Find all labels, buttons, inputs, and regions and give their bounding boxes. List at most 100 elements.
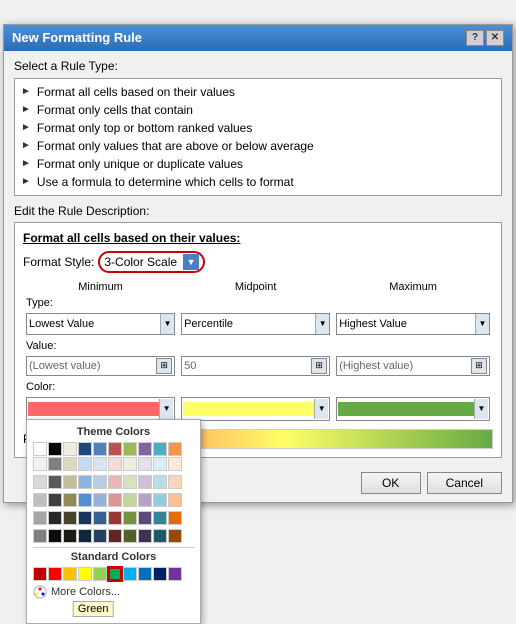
help-button[interactable]: ? [466, 30, 484, 46]
shade-4-6[interactable] [108, 511, 122, 525]
shade-1-1[interactable] [33, 457, 47, 471]
shade-1-10[interactable] [168, 457, 182, 471]
theme-color-10[interactable] [168, 442, 182, 456]
mid-value-input[interactable] [184, 360, 311, 372]
std-color-4[interactable] [78, 567, 92, 581]
theme-color-5[interactable] [93, 442, 107, 456]
shade-1-5[interactable] [93, 457, 107, 471]
shade-4-2[interactable] [48, 511, 62, 525]
max-ref-button[interactable]: ⊞ [471, 358, 487, 374]
shade-3-3[interactable] [63, 493, 77, 507]
std-color-10[interactable] [168, 567, 182, 581]
shade-2-8[interactable] [138, 475, 152, 489]
rule-item-1[interactable]: ► Format all cells based on their values [21, 83, 495, 101]
shade-2-5[interactable] [93, 475, 107, 489]
rule-item-5[interactable]: ► Format only unique or duplicate values [21, 155, 495, 173]
std-color-green[interactable] [108, 567, 122, 581]
std-color-8[interactable] [138, 567, 152, 581]
shade-1-3[interactable] [63, 457, 77, 471]
shade-2-1[interactable] [33, 475, 47, 489]
col-header-midpoint: Midpoint [178, 281, 333, 295]
shade-3-8[interactable] [138, 493, 152, 507]
shade-5-9[interactable] [153, 529, 167, 543]
shade-1-7[interactable] [123, 457, 137, 471]
rule-item-3[interactable]: ► Format only top or bottom ranked value… [21, 119, 495, 137]
mid-type-dropdown[interactable]: Percentile [182, 317, 315, 331]
mid-ref-button[interactable]: ⊞ [311, 358, 327, 374]
theme-color-1[interactable] [33, 442, 47, 456]
shade-4-4[interactable] [78, 511, 92, 525]
shade-2-10[interactable] [168, 475, 182, 489]
theme-color-9[interactable] [153, 442, 167, 456]
shade-2-9[interactable] [153, 475, 167, 489]
max-value-input[interactable] [339, 360, 471, 372]
shade-3-2[interactable] [48, 493, 62, 507]
shade-4-1[interactable] [33, 511, 47, 525]
more-colors-row[interactable]: More Colors... [33, 585, 194, 599]
min-type-dropdown[interactable]: Lowest Value [27, 317, 160, 331]
mid-type-select[interactable]: Percentile ▼ [181, 313, 330, 335]
min-color-button[interactable]: ▼ [26, 397, 175, 421]
shade-3-1[interactable] [33, 493, 47, 507]
shade-4-3[interactable] [63, 511, 77, 525]
shade-3-5[interactable] [93, 493, 107, 507]
shade-5-1[interactable] [33, 529, 47, 543]
theme-color-4[interactable] [78, 442, 92, 456]
shade-4-9[interactable] [153, 511, 167, 525]
std-color-2[interactable] [48, 567, 62, 581]
shade-5-6[interactable] [108, 529, 122, 543]
min-type-select[interactable]: Lowest Value ▼ [26, 313, 175, 335]
shade-2-7[interactable] [123, 475, 137, 489]
shade-1-8[interactable] [138, 457, 152, 471]
shade-5-3[interactable] [63, 529, 77, 543]
max-type-dropdown[interactable]: Highest Value [337, 317, 475, 331]
rule-item-6[interactable]: ► Use a formula to determine which cells… [21, 173, 495, 191]
close-button[interactable]: ✕ [486, 30, 504, 46]
shade-5-4[interactable] [78, 529, 92, 543]
ok-button[interactable]: OK [361, 472, 421, 494]
shade-5-7[interactable] [123, 529, 137, 543]
min-value-input[interactable] [29, 360, 156, 372]
shade-3-10[interactable] [168, 493, 182, 507]
shade-2-3[interactable] [63, 475, 77, 489]
shade-2-2[interactable] [48, 475, 62, 489]
shade-1-4[interactable] [78, 457, 92, 471]
rule-item-2[interactable]: ► Format only cells that contain [21, 101, 495, 119]
shade-4-7[interactable] [123, 511, 137, 525]
min-ref-button[interactable]: ⊞ [156, 358, 172, 374]
shade-5-8[interactable] [138, 529, 152, 543]
shade-4-10[interactable] [168, 511, 182, 525]
shade-1-6[interactable] [108, 457, 122, 471]
max-type-select[interactable]: Highest Value ▼ [336, 313, 490, 335]
mid-color-button[interactable]: ▼ [181, 397, 330, 421]
theme-color-3[interactable] [63, 442, 77, 456]
col-header-maximum: Maximum [333, 281, 493, 295]
rule-item-4[interactable]: ► Format only values that are above or b… [21, 137, 495, 155]
std-color-1[interactable] [33, 567, 47, 581]
shade-5-2[interactable] [48, 529, 62, 543]
shade-2-6[interactable] [108, 475, 122, 489]
shade-3-6[interactable] [108, 493, 122, 507]
shade-3-4[interactable] [78, 493, 92, 507]
format-style-dropdown-wrapper[interactable]: 3-Color Scale ▼ [98, 251, 205, 273]
std-color-9[interactable] [153, 567, 167, 581]
theme-color-6[interactable] [108, 442, 122, 456]
max-color-button[interactable]: ▼ [336, 397, 490, 421]
shade-3-9[interactable] [153, 493, 167, 507]
shade-1-9[interactable] [153, 457, 167, 471]
shade-2-4[interactable] [78, 475, 92, 489]
std-color-7[interactable] [123, 567, 137, 581]
cancel-button[interactable]: Cancel [427, 472, 502, 494]
shade-5-10[interactable] [168, 529, 182, 543]
shade-3-7[interactable] [123, 493, 137, 507]
theme-color-8[interactable] [138, 442, 152, 456]
shade-4-5[interactable] [93, 511, 107, 525]
std-color-3[interactable] [63, 567, 77, 581]
shade-4-8[interactable] [138, 511, 152, 525]
theme-color-7[interactable] [123, 442, 137, 456]
shade-5-5[interactable] [93, 529, 107, 543]
shade-1-2[interactable] [48, 457, 62, 471]
std-color-5[interactable] [93, 567, 107, 581]
format-style-arrow-icon: ▼ [183, 254, 199, 270]
theme-color-2[interactable] [48, 442, 62, 456]
